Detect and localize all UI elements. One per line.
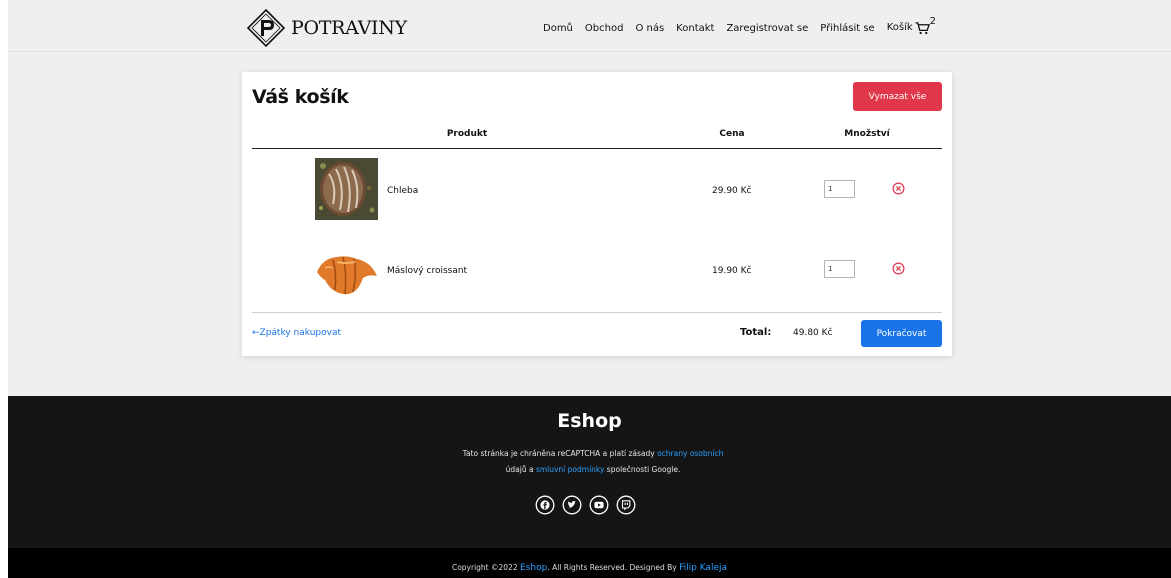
footer-divider (252, 312, 942, 313)
nav-link-cart[interactable]: Košík 2 (886, 16, 936, 35)
navbar: POTRAVINY Domů Obchod O nás Kontakt Zare… (8, 0, 1171, 52)
quantity-input[interactable] (824, 180, 855, 198)
twitter-icon[interactable] (562, 495, 582, 515)
main-nav: Domů Obchod O nás Kontakt Zaregistrovat … (543, 16, 936, 35)
copyright-bar: Copyright ©2022 Eshop. All Rights Reserv… (8, 548, 1171, 578)
product-image-croissant[interactable] (315, 240, 378, 302)
column-header-quantity: Množství (844, 129, 890, 139)
notice-text: údajů a (505, 465, 536, 474)
terms-link[interactable]: smluvní podmínky (536, 465, 604, 474)
author-link[interactable]: Filip Kaleja (679, 563, 727, 573)
header-divider (252, 148, 942, 149)
youtube-icon[interactable] (589, 495, 609, 515)
facebook-icon[interactable] (535, 495, 555, 515)
site-footer: Eshop Tato stránka je chráněna reCAPTCHA… (8, 396, 1171, 548)
copyright-text: Copyright ©2022 (451, 563, 520, 572)
remove-item-icon[interactable] (892, 262, 905, 275)
brand-link[interactable]: POTRAVINY (246, 8, 407, 48)
nav-link-contact[interactable]: Kontakt (676, 23, 714, 34)
page-edge (0, 0, 8, 578)
cart-icon (915, 22, 930, 35)
recaptcha-notice: Tato stránka je chráněna reCAPTCHA a pla… (428, 446, 758, 478)
cart-row: Máslový croissant 19.90 Kč (242, 240, 952, 304)
product-name[interactable]: Chleba (387, 186, 418, 196)
twitch-icon[interactable] (616, 495, 636, 515)
cart-count-badge: 2 (929, 16, 937, 27)
cart-label: Košík (886, 22, 913, 33)
privacy-link[interactable]: ochrany osobních (657, 449, 723, 458)
back-to-shop-link[interactable]: ←Zpátky nakupovat (252, 328, 341, 338)
cart-row: Chleba 29.90 Kč (242, 158, 952, 222)
nav-link-login[interactable]: Přihlásit se (820, 23, 874, 34)
total-label: Total: (740, 327, 772, 338)
total-value: 49.80 Kč (793, 328, 833, 338)
clear-cart-button[interactable]: Vymazat vše (853, 82, 942, 111)
social-links (535, 495, 643, 515)
product-price: 19.90 Kč (712, 266, 752, 276)
product-name[interactable]: Máslový croissant (387, 266, 467, 276)
column-header-price: Cena (719, 129, 745, 139)
notice-text: Tato stránka je chráněna reCAPTCHA a pla… (462, 449, 658, 458)
product-image-bread[interactable] (315, 158, 378, 220)
nav-link-shop[interactable]: Obchod (585, 23, 624, 34)
footer-title: Eshop (557, 410, 622, 432)
potraviny-logo-icon (246, 8, 286, 48)
copyright-brand-link[interactable]: Eshop (520, 563, 547, 573)
nav-link-register[interactable]: Zaregistrovat se (726, 23, 808, 34)
column-header-product: Produkt (446, 129, 488, 139)
copyright-text: . All Rights Reserved. Designed By (547, 563, 680, 572)
notice-text: společnosti Google. (604, 465, 681, 474)
cart-card: Váš košík Vymazat vše Produkt Cena Množs… (242, 72, 952, 356)
continue-button[interactable]: Pokračovat (861, 320, 942, 347)
product-price: 29.90 Kč (712, 186, 752, 196)
page-title: Váš košík (252, 86, 349, 108)
brand-name: POTRAVINY (291, 17, 407, 39)
nav-link-home[interactable]: Domů (543, 23, 573, 34)
quantity-input[interactable] (824, 260, 855, 278)
remove-item-icon[interactable] (892, 182, 905, 195)
nav-link-about[interactable]: O nás (635, 23, 664, 34)
